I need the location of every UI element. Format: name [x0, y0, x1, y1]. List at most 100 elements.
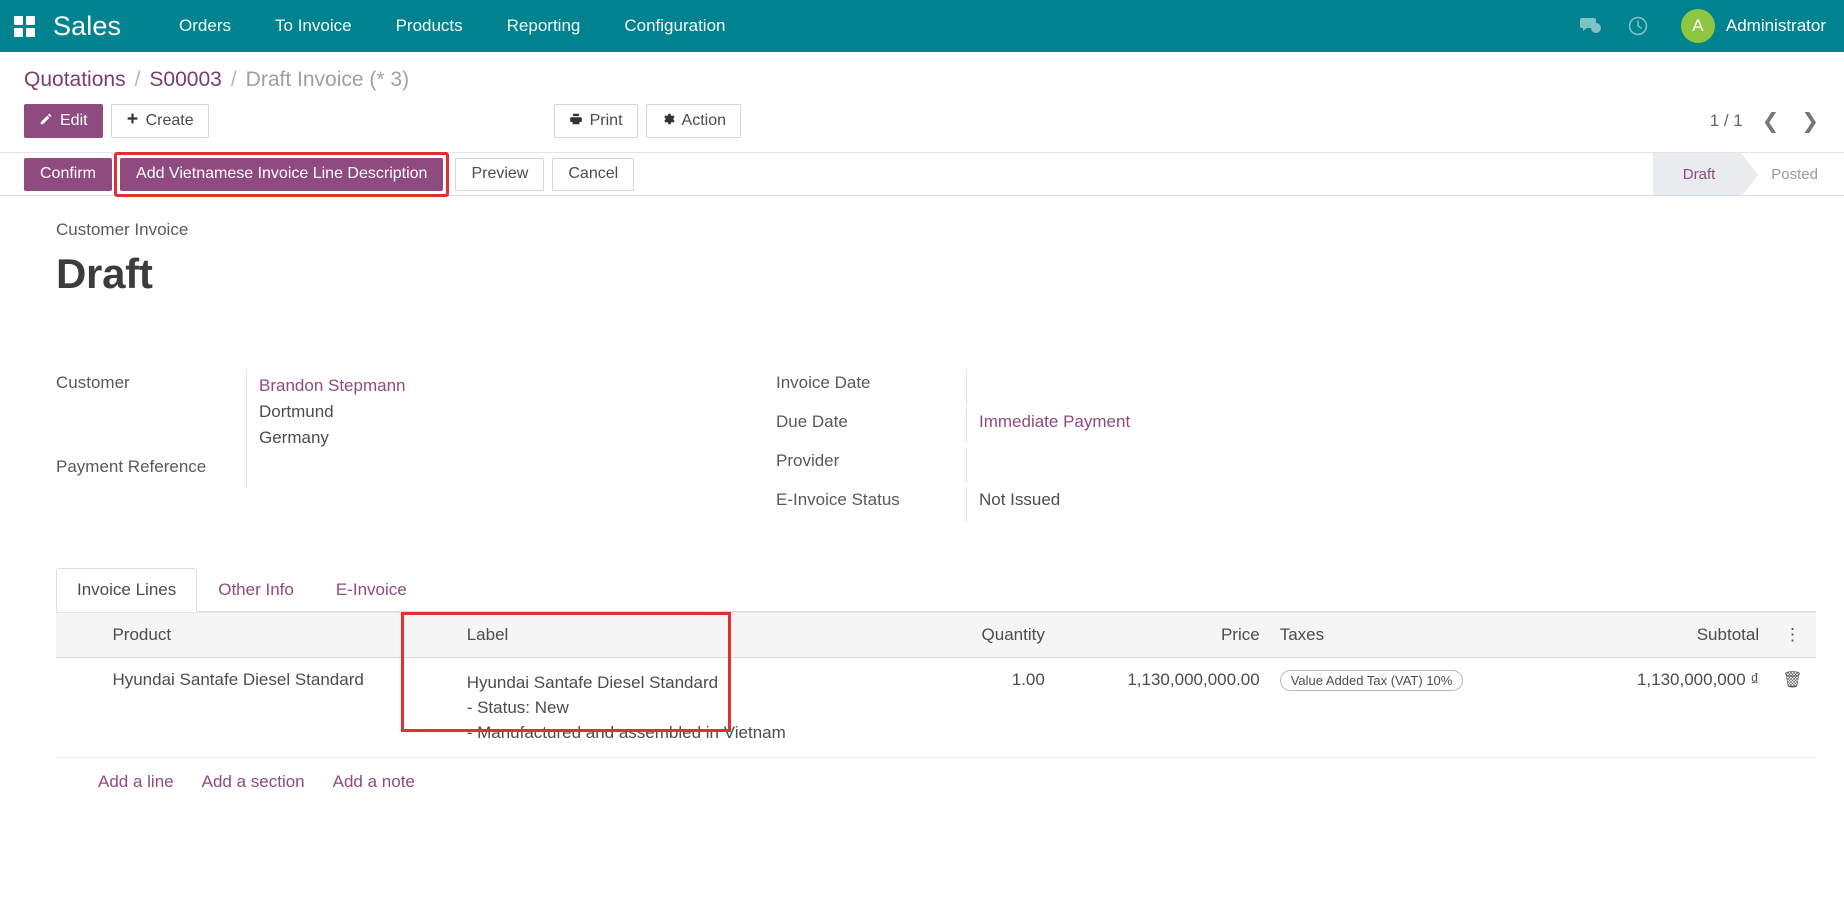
add-a-line-link[interactable]: Add a line [98, 772, 174, 792]
form-sheet: Customer Invoice Draft Customer Brandon … [0, 196, 1844, 526]
create-button[interactable]: Create [111, 104, 209, 138]
field-label-einvoice-status: E-Invoice Status [776, 487, 966, 510]
top-navbar: Sales Orders To Invoice Products Reporti… [0, 0, 1844, 52]
field-value-payment-reference[interactable] [246, 454, 776, 488]
invoice-lines-table: Product Label Quantity Price Taxes Subto… [56, 612, 1816, 758]
print-button-label: Print [590, 112, 623, 130]
add-a-section-link[interactable]: Add a section [202, 772, 305, 792]
tab-e-invoice[interactable]: E-Invoice [315, 568, 428, 612]
breadcrumb-separator: / [135, 68, 141, 92]
fields-left-column: Customer Brandon Stepmann Dortmund Germa… [56, 370, 776, 526]
field-value-provider[interactable] [966, 448, 1566, 482]
cell-delete[interactable]: 🗑 [1769, 658, 1816, 758]
breadcrumb-item-current: Draft Invoice (* 3) [246, 68, 409, 92]
action-button-label: Action [682, 112, 726, 130]
user-menu[interactable]: A Administrator [1681, 9, 1826, 43]
row-drag-handle[interactable] [56, 658, 102, 758]
table-header: Product Label Quantity Price Taxes Subto… [56, 613, 1816, 658]
column-header-subtotal: Subtotal [1554, 613, 1769, 658]
column-header-taxes: Taxes [1270, 613, 1555, 658]
field-label-customer: Customer [56, 370, 246, 393]
cell-label-line-3: - Manufactured and assembled in Vietnam [467, 720, 830, 745]
apps-grid-icon[interactable] [14, 16, 35, 37]
pager-count: 1 / 1 [1710, 111, 1743, 131]
field-payment-reference: Payment Reference [56, 454, 776, 493]
cancel-button[interactable]: Cancel [552, 158, 634, 191]
chevron-left-icon[interactable]: ❮ [1759, 111, 1783, 132]
pager: 1 / 1 ❮ ❯ [1710, 111, 1822, 132]
action-button[interactable]: Action [646, 104, 741, 138]
table-header-row: Product Label Quantity Price Taxes Subto… [56, 613, 1816, 658]
menu-item-configuration[interactable]: Configuration [602, 0, 747, 52]
cell-taxes[interactable]: Value Added Tax (VAT) 10% [1270, 658, 1555, 758]
field-due-date: Due Date Immediate Payment [776, 409, 1566, 448]
navbar-right-group: A Administrator [1577, 9, 1826, 43]
vertical-dots-icon[interactable]: ⋮ [1784, 625, 1801, 644]
menu-item-to-invoice[interactable]: To Invoice [253, 0, 374, 52]
printer-icon [569, 112, 583, 131]
menu-item-orders[interactable]: Orders [157, 0, 253, 52]
status-badge: Value Added Tax (VAT) 10% [1280, 670, 1464, 691]
column-header-label: Label [457, 613, 840, 658]
table-row[interactable]: Hyundai Santafe Diesel Standard Hyundai … [56, 658, 1816, 758]
cell-label-line-2: - Status: New [467, 695, 830, 720]
cell-quantity[interactable]: 1.00 [927, 658, 1055, 758]
pencil-icon [39, 112, 53, 131]
edit-button-label: Edit [60, 112, 88, 130]
avatar: A [1681, 9, 1715, 43]
confirm-button[interactable]: Confirm [24, 158, 112, 191]
chat-bubble-icon[interactable] [1577, 13, 1603, 39]
status-ribbon: Draft Posted [1653, 153, 1844, 195]
breadcrumb-item-s00003[interactable]: S00003 [149, 68, 221, 92]
cell-label[interactable]: Hyundai Santafe Diesel Standard - Status… [457, 658, 840, 758]
column-header-spacer [840, 613, 927, 658]
add-vietnamese-invoice-line-description-button[interactable]: Add Vietnamese Invoice Line Description [120, 158, 443, 191]
invoice-lines-container: Product Label Quantity Price Taxes Subto… [56, 612, 1816, 792]
clock-icon[interactable] [1625, 13, 1651, 39]
breadcrumb: Quotations / S00003 / Draft Invoice (* 3… [0, 52, 1844, 100]
plus-icon [126, 112, 139, 130]
add-row-links: Add a line Add a section Add a note [56, 758, 1816, 792]
add-a-note-link[interactable]: Add a note [333, 772, 415, 792]
column-options-toggle[interactable]: ⋮ [1769, 613, 1816, 658]
cell-product[interactable]: Hyundai Santafe Diesel Standard [102, 658, 456, 758]
status-step-draft[interactable]: Draft [1653, 153, 1742, 195]
breadcrumb-item-quotations[interactable]: Quotations [24, 68, 126, 92]
field-value-due-date[interactable]: Immediate Payment [966, 409, 1566, 443]
fields-right-column: Invoice Date Due Date Immediate Payment … [776, 370, 1566, 526]
field-value-invoice-date[interactable] [966, 370, 1566, 404]
toolbar-left-group: Edit Create [24, 104, 209, 138]
field-invoice-date: Invoice Date [776, 370, 1566, 409]
trash-icon[interactable]: 🗑 [1782, 672, 1802, 689]
cell-spacer [840, 658, 927, 758]
field-customer: Customer Brandon Stepmann Dortmund Germa… [56, 370, 776, 454]
fields-grid: Customer Brandon Stepmann Dortmund Germa… [56, 370, 1816, 526]
menu-item-reporting[interactable]: Reporting [485, 0, 603, 52]
customer-link[interactable]: Brandon Stepmann [259, 373, 776, 399]
tab-invoice-lines[interactable]: Invoice Lines [56, 568, 197, 612]
field-label-due-date: Due Date [776, 409, 966, 432]
statusbar: Confirm Add Vietnamese Invoice Line Desc… [0, 152, 1844, 196]
page-title: Draft [56, 250, 1816, 298]
gear-icon [661, 112, 675, 131]
chevron-right-icon[interactable]: ❯ [1798, 111, 1822, 132]
customer-address-city: Dortmund [259, 399, 776, 425]
field-value-customer-group: Brandon Stepmann Dortmund Germany [246, 370, 776, 454]
print-button[interactable]: Print [554, 104, 638, 138]
field-label-payment-reference: Payment Reference [56, 454, 246, 477]
app-brand-sales[interactable]: Sales [53, 11, 121, 42]
breadcrumb-separator: / [231, 68, 237, 92]
field-label-invoice-date: Invoice Date [776, 370, 966, 393]
cell-price[interactable]: 1,130,000,000.00 [1055, 658, 1270, 758]
cell-subtotal: 1,130,000,000 ₫ [1554, 658, 1769, 758]
user-name-label: Administrator [1726, 16, 1826, 36]
highlight-box-vietnamese-button: Add Vietnamese Invoice Line Description [114, 152, 449, 197]
menu-item-products[interactable]: Products [374, 0, 485, 52]
column-header-quantity: Quantity [927, 613, 1055, 658]
notebook-tabs: Invoice Lines Other Info E-Invoice [56, 568, 1816, 612]
tab-other-info[interactable]: Other Info [197, 568, 315, 612]
preview-button[interactable]: Preview [455, 158, 544, 191]
edit-button[interactable]: Edit [24, 104, 103, 138]
statusbar-actions: Confirm Add Vietnamese Invoice Line Desc… [24, 153, 634, 195]
column-header-price: Price [1055, 613, 1270, 658]
